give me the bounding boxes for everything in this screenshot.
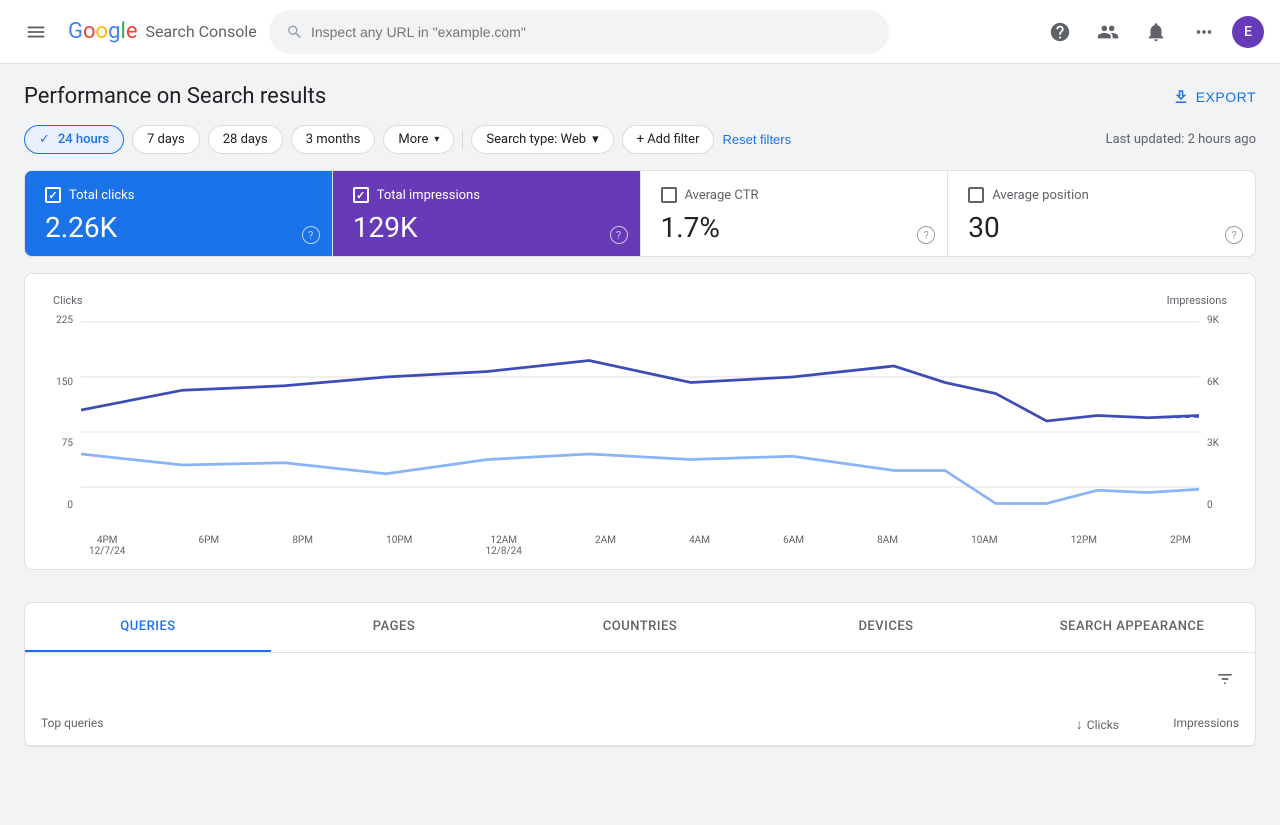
tab-queries[interactable]: QUERIES	[25, 603, 271, 652]
filter-divider	[462, 130, 463, 150]
x-label-10pm: 10PM	[386, 535, 412, 557]
impressions-value: 129K	[353, 211, 620, 244]
search-bar[interactable]	[269, 10, 889, 54]
impressions-checkbox[interactable]	[353, 187, 369, 203]
x-label-12pm: 12PM	[1071, 535, 1097, 557]
clicks-help-icon[interactable]: ?	[302, 226, 320, 244]
y-left-75: 75	[45, 438, 73, 449]
metrics-cards: Total clicks 2.26K ? Total impressions 1…	[24, 170, 1256, 257]
x-label-8pm: 8PM	[292, 535, 313, 557]
metric-total-clicks[interactable]: Total clicks 2.26K ?	[25, 171, 333, 256]
position-value: 30	[968, 211, 1235, 244]
search-type-arrow: ▾	[592, 132, 599, 147]
title-bar: Performance on Search results EXPORT	[0, 64, 1280, 125]
impressions-help: ?	[610, 226, 628, 244]
filter-more[interactable]: More ▾	[383, 125, 454, 154]
x-label-2am: 2AM	[595, 535, 616, 557]
y-left-0: 0	[45, 500, 73, 511]
position-checkbox[interactable]	[968, 187, 984, 203]
x-label-4pm: 4PM12/7/24	[89, 535, 125, 557]
header: Google Search Console E	[0, 0, 1280, 64]
tab-countries[interactable]: COUNTRIES	[517, 603, 763, 652]
page-title: Performance on Search results	[24, 84, 326, 109]
tabs-section: QUERIES PAGES COUNTRIES DEVICES SEARCH A…	[0, 586, 1280, 747]
filter-28days[interactable]: 28 days	[208, 125, 283, 154]
filter-3months[interactable]: 3 months	[291, 125, 376, 154]
help-button[interactable]	[1040, 12, 1080, 52]
clicks-checkbox[interactable]	[45, 187, 61, 203]
metrics-section: Total clicks 2.26K ? Total impressions 1…	[0, 170, 1280, 257]
x-label-2pm: 2PM	[1170, 535, 1191, 557]
product-name: Search Console	[145, 22, 256, 41]
more-dropdown-arrow: ▾	[434, 134, 439, 145]
reset-filters-button[interactable]: Reset filters	[722, 132, 791, 147]
search-icon	[286, 23, 303, 41]
check-icon: ✓	[39, 132, 50, 147]
table-filter-icon	[1215, 669, 1235, 689]
y-right-6k: 6K	[1207, 377, 1235, 388]
tabs-toolbar	[25, 653, 1255, 708]
google-logo: Google	[68, 19, 137, 44]
filters-bar: ✓ 24 hours 7 days 28 days 3 months More …	[0, 125, 1280, 170]
impressions-help-icon[interactable]: ?	[610, 226, 628, 244]
search-input[interactable]	[311, 24, 872, 40]
chart-y-label-left: Clicks	[53, 294, 83, 307]
ctr-checkbox[interactable]	[661, 187, 677, 203]
clicks-value: 2.26K	[45, 211, 312, 244]
clicks-help: ?	[302, 226, 320, 244]
search-type-filter[interactable]: Search type: Web ▾	[471, 125, 613, 154]
notifications-button[interactable]	[1136, 12, 1176, 52]
header-icons: E	[1040, 12, 1264, 52]
x-label-8am: 8AM	[877, 535, 898, 557]
metric-total-impressions[interactable]: Total impressions 129K ?	[333, 171, 641, 256]
sort-icon: ↓	[1076, 716, 1083, 733]
y-left-225: 225	[45, 315, 73, 326]
x-label-6pm: 6PM	[199, 535, 220, 557]
x-label-6am: 6AM	[783, 535, 804, 557]
logo-area: Google Search Console	[68, 19, 257, 44]
y-right-9k: 9K	[1207, 315, 1235, 326]
menu-button[interactable]	[16, 12, 56, 52]
people-button[interactable]	[1088, 12, 1128, 52]
chart-svg	[81, 311, 1199, 531]
tab-search-appearance[interactable]: SEARCH APPEARANCE	[1009, 603, 1255, 652]
export-button[interactable]: EXPORT	[1172, 88, 1256, 106]
ctr-value: 1.7%	[661, 211, 928, 244]
last-updated-text: Last updated: 2 hours ago	[1106, 132, 1256, 147]
x-label-12am: 12AM12/8/24	[486, 535, 522, 557]
x-label-10am: 10AM	[971, 535, 998, 557]
chart-section: Clicks Impressions 225 150 75 0	[0, 257, 1280, 570]
tabs-header: QUERIES PAGES COUNTRIES DEVICES SEARCH A…	[25, 603, 1255, 653]
chart-container: Clicks Impressions 225 150 75 0	[24, 273, 1256, 570]
filter-24hours[interactable]: ✓ 24 hours	[24, 125, 124, 154]
table-header: Top queries ↓ Clicks Impressions	[25, 708, 1255, 746]
position-help-icon[interactable]: ?	[1225, 226, 1243, 244]
table-filter-button[interactable]	[1211, 665, 1239, 696]
export-icon	[1172, 88, 1190, 106]
chart-y-label-right: Impressions	[1167, 294, 1227, 307]
ctr-help-icon[interactable]: ?	[917, 226, 935, 244]
col-header-impressions: Impressions	[1119, 716, 1239, 733]
apps-button[interactable]	[1184, 12, 1224, 52]
metric-avg-ctr[interactable]: Average CTR 1.7% ?	[641, 171, 949, 256]
filter-7days[interactable]: 7 days	[132, 125, 200, 154]
tabs-container: QUERIES PAGES COUNTRIES DEVICES SEARCH A…	[24, 602, 1256, 747]
avatar[interactable]: E	[1232, 16, 1264, 48]
tab-devices[interactable]: DEVICES	[763, 603, 1009, 652]
add-filter-button[interactable]: + Add filter	[622, 125, 715, 154]
col-header-clicks: ↓ Clicks	[999, 716, 1119, 733]
y-right-0: 0	[1207, 500, 1235, 511]
col-header-queries: Top queries	[41, 716, 999, 733]
y-right-3k: 3K	[1207, 438, 1235, 449]
x-label-4am: 4AM	[689, 535, 710, 557]
tab-pages[interactable]: PAGES	[271, 603, 517, 652]
y-left-150: 150	[45, 377, 73, 388]
metric-avg-position[interactable]: Average position 30 ?	[948, 171, 1255, 256]
